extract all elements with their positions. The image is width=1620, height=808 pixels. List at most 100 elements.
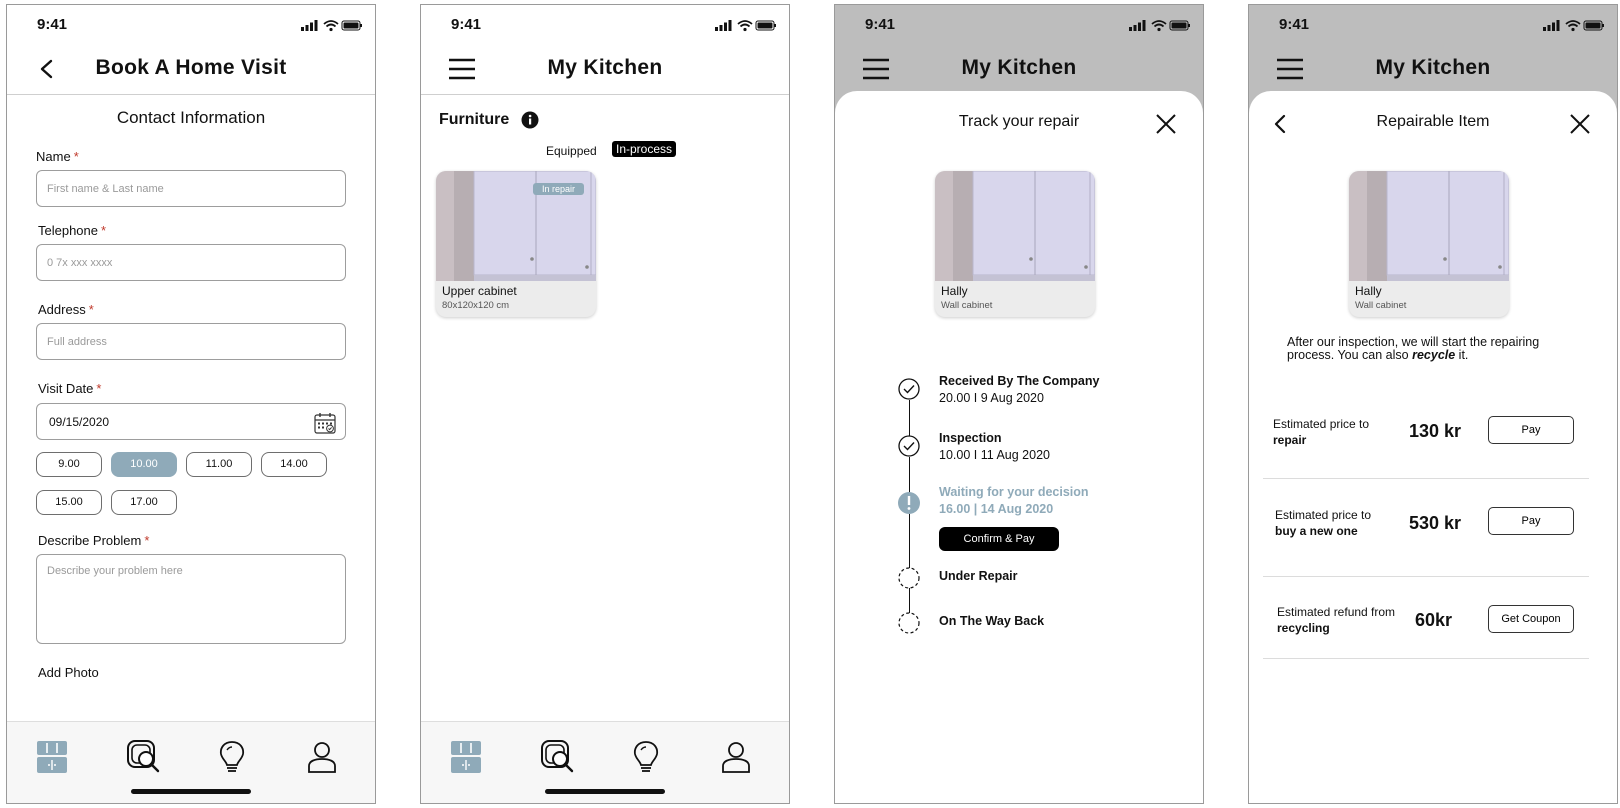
- signal-wifi-battery-icon: [715, 19, 777, 32]
- option-label: Estimated price to repair: [1273, 417, 1370, 447]
- step-pending-icon: [898, 567, 920, 589]
- pay-new-button[interactable]: Pay: [1488, 507, 1574, 535]
- page-title: My Kitchen: [547, 56, 663, 79]
- tab-kitchen[interactable]: [447, 738, 485, 776]
- close-icon[interactable]: [1155, 113, 1177, 135]
- nav-bar: My Kitchen: [835, 45, 1203, 95]
- track-repair-sheet: Track your repair Hally Wall cabinet Rec…: [835, 91, 1203, 803]
- time-slot-button[interactable]: 9.00: [36, 452, 102, 477]
- step-title: Inspection: [939, 431, 1002, 445]
- step-date: 10.00 I 11 Aug 2020: [939, 448, 1050, 462]
- signal-wifi-battery-icon: [301, 19, 363, 32]
- kitchen-icon: [451, 741, 481, 773]
- profile-icon: [722, 742, 750, 773]
- tab-kitchen[interactable]: [33, 738, 71, 776]
- time-slot-button[interactable]: 11.00: [186, 452, 252, 477]
- close-icon[interactable]: [1569, 113, 1591, 135]
- scan-search-icon: [127, 740, 160, 773]
- address-label: Address *: [38, 302, 94, 317]
- visit-date-label: Visit Date *: [38, 381, 102, 396]
- step-date: 20.00 I 9 Aug 2020: [939, 391, 1044, 405]
- tab-bar: [7, 721, 375, 803]
- segment-equipped[interactable]: Equipped: [546, 144, 597, 158]
- recycle-emphasis: recycle: [1412, 348, 1456, 362]
- tab-scan[interactable]: [539, 738, 577, 776]
- item-type: Wall cabinet: [941, 300, 993, 311]
- step-complete-icon: [898, 435, 920, 457]
- step-pending-icon: [898, 612, 920, 634]
- status-bar: 9:41: [7, 5, 375, 45]
- nav-bar: My Kitchen: [1249, 45, 1617, 95]
- segment-in-process[interactable]: In-process: [612, 141, 677, 157]
- tab-profile[interactable]: [717, 738, 755, 776]
- status-time: 9:41: [865, 16, 896, 33]
- option-amount: 130 kr: [1409, 421, 1462, 441]
- time-slot-button[interactable]: 14.00: [261, 452, 327, 477]
- telephone-label: Telephone *: [38, 223, 107, 238]
- describe-problem-label: Describe Problem *: [38, 533, 150, 548]
- repairable-item-sheet: Repairable Item Hally Wall cabinet After…: [1249, 91, 1617, 803]
- nav-bar: Book A Home Visit: [7, 45, 375, 95]
- section-title: Contact Information: [116, 108, 266, 127]
- calendar-icon[interactable]: [313, 411, 337, 435]
- visit-date-field[interactable]: 09/15/2020: [36, 403, 346, 440]
- signal-wifi-battery-icon: [1543, 19, 1605, 32]
- status-time: 9:41: [1279, 16, 1310, 33]
- time-slot-button[interactable]: 17.00: [111, 490, 177, 515]
- track-repair-screen: 9:41 My Kitchen Track your repair Hally …: [834, 4, 1204, 804]
- repairable-item-screen: 9:41 My Kitchen Repairable Item Hally Wa…: [1248, 4, 1618, 804]
- furniture-card[interactable]: In repair Upper cabinet 80x120x120 cm: [436, 171, 596, 317]
- item-card: Hally Wall cabinet: [935, 171, 1095, 317]
- item-size: 80x120x120 cm: [442, 300, 510, 311]
- name-label: Name *: [36, 149, 79, 164]
- visit-date-value: 09/15/2020: [49, 415, 110, 429]
- status-badge: In repair: [532, 183, 584, 195]
- option-amount: 530 kr: [1409, 513, 1462, 533]
- step-date: 16.00 | 14 Aug 2020: [939, 502, 1054, 516]
- item-name: Hally: [941, 284, 968, 298]
- tab-bar: [421, 721, 789, 803]
- problem-textarea[interactable]: [37, 555, 345, 643]
- tab-ideas[interactable]: [627, 738, 665, 776]
- tab-ideas[interactable]: [213, 738, 251, 776]
- option-amount: 60kr: [1415, 610, 1453, 630]
- option-label: Estimated price to buy a new one: [1275, 508, 1372, 538]
- add-photo-label[interactable]: Add Photo: [38, 665, 99, 680]
- home-indicator: [545, 789, 665, 794]
- page-title: Book A Home Visit: [95, 56, 287, 79]
- status-time: 9:41: [37, 16, 68, 33]
- address-input[interactable]: [37, 324, 345, 359]
- timeline-connector: [909, 514, 910, 570]
- telephone-input[interactable]: [37, 245, 345, 280]
- get-coupon-button[interactable]: Get Coupon: [1488, 605, 1574, 633]
- pay-repair-button[interactable]: Pay: [1488, 416, 1574, 444]
- tab-scan[interactable]: [125, 738, 163, 776]
- item-name: Upper cabinet: [442, 284, 517, 298]
- step-title: Waiting for your decision: [939, 485, 1089, 499]
- item-card: Hally Wall cabinet: [1349, 171, 1509, 317]
- step-complete-icon: [898, 378, 920, 400]
- book-home-visit-screen: 9:41 Book A Home Visit Contact Informati…: [6, 4, 376, 804]
- status-time: 9:41: [451, 16, 482, 33]
- info-icon[interactable]: [521, 111, 539, 129]
- my-kitchen-screen: 9:41 My Kitchen Furniture Equipped In-pr…: [420, 4, 790, 804]
- step-title: Under Repair: [939, 569, 1018, 583]
- sheet-title: Repairable Item: [1376, 113, 1490, 130]
- tab-profile[interactable]: [303, 738, 341, 776]
- step-title: On The Way Back: [939, 614, 1045, 628]
- furniture-heading: Furniture: [439, 111, 510, 128]
- telephone-field[interactable]: [36, 244, 346, 281]
- step-alert-icon: [898, 492, 920, 514]
- confirm-pay-button[interactable]: Confirm & Pay: [939, 527, 1059, 551]
- sheet-title: Track your repair: [958, 113, 1080, 130]
- time-slot-button[interactable]: 15.00: [36, 490, 102, 515]
- problem-field[interactable]: [36, 554, 346, 644]
- name-field[interactable]: [36, 170, 346, 207]
- item-name: Hally: [1355, 284, 1382, 298]
- time-slot-button[interactable]: 10.00: [111, 452, 177, 477]
- status-bar: 9:41: [835, 5, 1203, 45]
- address-field[interactable]: [36, 323, 346, 360]
- profile-icon: [308, 742, 336, 773]
- name-input[interactable]: [37, 171, 345, 206]
- item-type: Wall cabinet: [1355, 300, 1407, 311]
